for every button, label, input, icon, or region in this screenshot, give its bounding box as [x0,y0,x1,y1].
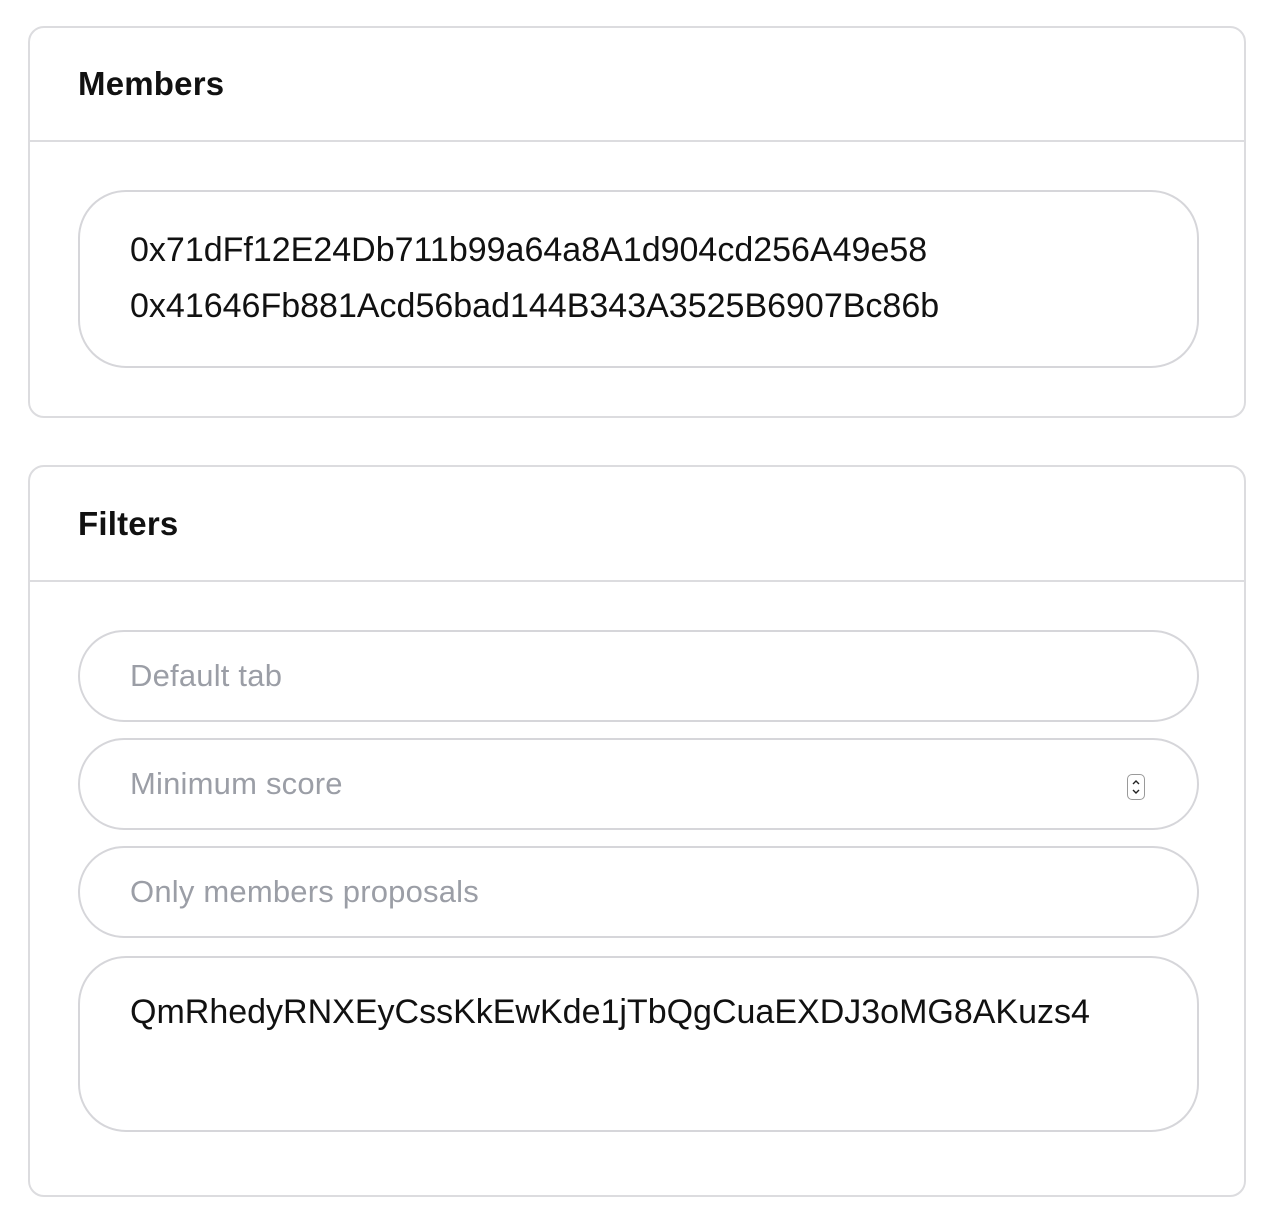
only-members-proposals-input[interactable]: Only members proposals [78,846,1199,938]
members-title: Members [78,65,225,102]
strategies-text: QmRhedyRNXEyCssKkEwKde1jTbQgCuaEXDJ3oMG8… [130,993,1090,1031]
default-tab-placeholder: Default tab [130,658,283,693]
minimum-score-placeholder: Minimum score [130,766,343,801]
filters-card: Filters Default tab Minimum score Only m… [28,465,1246,1197]
minimum-score-input[interactable]: Minimum score [78,738,1199,830]
number-stepper-icon[interactable] [1127,774,1145,800]
members-card-body: 0x71dFf12E24Db711b99a64a8A1d904cd256A49e… [30,142,1244,368]
member-address: 0x41646Fb881Acd56bad144B343A3525B6907Bc8… [130,287,940,325]
strategies-textarea[interactable]: QmRhedyRNXEyCssKkEwKde1jTbQgCuaEXDJ3oMG8… [78,956,1199,1132]
filters-card-body: Default tab Minimum score Only members p… [30,582,1244,1132]
stepper-arrows-icon [1132,780,1140,794]
members-card: Members 0x71dFf12E24Db711b99a64a8A1d904c… [28,26,1246,418]
filters-title: Filters [78,504,179,542]
member-address: 0x71dFf12E24Db711b99a64a8A1d904cd256A49e… [130,231,928,269]
members-card-header: Members [30,28,1244,142]
default-tab-input[interactable]: Default tab [78,630,1199,722]
only-members-proposals-placeholder: Only members proposals [130,874,479,909]
filters-card-header: Filters [30,467,1244,582]
members-textarea[interactable]: 0x71dFf12E24Db711b99a64a8A1d904cd256A49e… [78,190,1199,368]
